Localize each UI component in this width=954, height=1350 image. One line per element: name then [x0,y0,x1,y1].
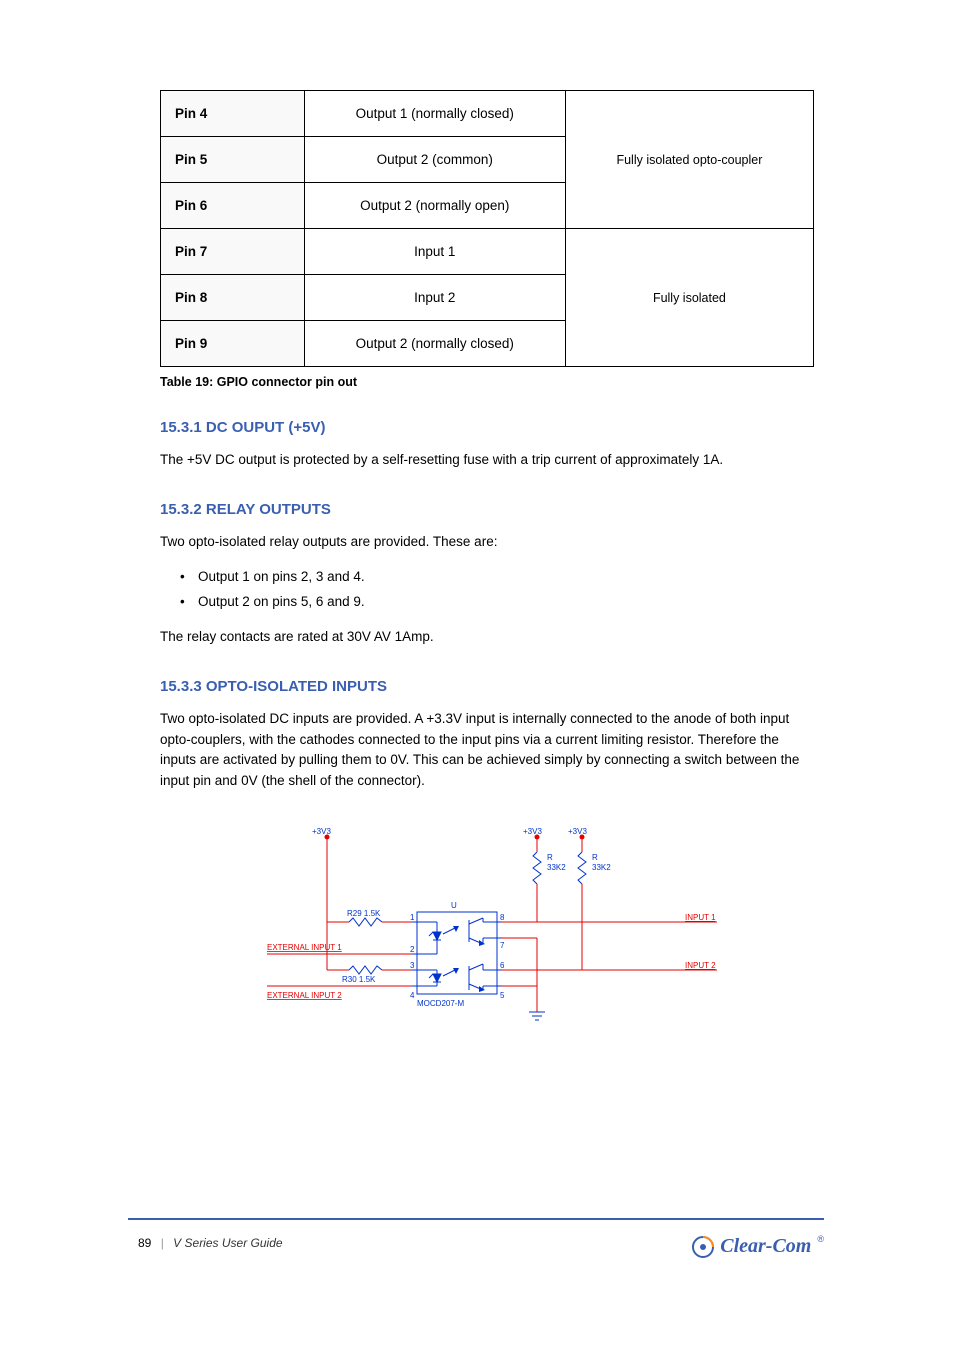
svg-text:6: 6 [500,961,505,970]
in2-label: INPUT 2 [685,961,716,970]
func-cell: Input 2 [304,275,565,321]
page-footer: 89 | V Series User Guide [138,1236,283,1250]
r-val: 33K2 [547,863,566,872]
body-text: The relay contacts are rated at 30V AV 1… [160,627,814,648]
body-text: Two opto-isolated DC inputs are provided… [160,709,814,793]
svg-text:7: 7 [500,941,505,950]
r29-label: R29 1.5K [347,909,381,918]
r-label: R [592,853,598,862]
logo-r: ® [817,1234,824,1244]
table-row: Pin 7 Input 1 Fully isolated [161,229,814,275]
ext1-label: EXTERNAL INPUT 1 [267,943,342,952]
footer-rule [128,1218,824,1220]
pinout-table: Pin 4 Output 1 (normally closed) Fully i… [160,90,814,367]
func-cell: Input 1 [304,229,565,275]
ext2-label: EXTERNAL INPUT 2 [267,991,342,1000]
desc-cell: Fully isolated opto-coupler [565,91,813,229]
pin-cell: Pin 6 [161,183,305,229]
svg-text:3: 3 [410,961,415,970]
page-number: 89 [138,1236,151,1250]
u-label: U [451,901,457,910]
table-row: Pin 4 Output 1 (normally closed) Fully i… [161,91,814,137]
desc-cell: Fully isolated [565,229,813,367]
svg-text:5: 5 [500,991,505,1000]
list-item: Output 2 on pins 5, 6 and 9. [180,592,814,613]
pin-cell: Pin 9 [161,321,305,367]
pin-cell: Pin 5 [161,137,305,183]
func-cell: Output 1 (normally closed) [304,91,565,137]
r30-label: R30 1.5K [342,975,376,984]
pin-cell: Pin 7 [161,229,305,275]
brand-logo: Clear-Com ® [692,1235,824,1258]
bullet-list: Output 1 on pins 2, 3 and 4. Output 2 on… [180,567,814,613]
svg-text:1: 1 [410,913,415,922]
pin-cell: Pin 8 [161,275,305,321]
schematic-diagram: +3V3 +3V3 +3V3 R29 1.5K R30 1.5K R 33K2 … [247,822,727,1052]
doc-name: V Series User Guide [173,1236,282,1250]
part-label: MOCD207-M [417,999,464,1008]
list-item: Output 1 on pins 2, 3 and 4. [180,567,814,588]
r-val: 33K2 [592,863,611,872]
logo-icon [692,1236,714,1258]
section-heading: 15.3.2 RELAY OUTPUTS [160,501,814,518]
table-caption: Table 19: GPIO connector pin out [160,375,814,389]
svg-text:8: 8 [500,913,505,922]
svg-text:4: 4 [410,991,415,1000]
section-heading: 15.3.1 DC OUPUT (+5V) [160,419,814,436]
func-cell: Output 2 (normally open) [304,183,565,229]
body-text: The +5V DC output is protected by a self… [160,450,814,471]
v33-label: +3V3 [312,827,331,836]
svg-text:2: 2 [410,945,415,954]
v33-label: +3V3 [523,827,542,836]
r-label: R [547,853,553,862]
section-heading: 15.3.3 OPTO-ISOLATED INPUTS [160,678,814,695]
func-cell: Output 2 (common) [304,137,565,183]
v33-label: +3V3 [568,827,587,836]
pin-cell: Pin 4 [161,91,305,137]
logo-text: Clear-Com [720,1235,811,1258]
body-text: Two opto-isolated relay outputs are prov… [160,532,814,553]
func-cell: Output 2 (normally closed) [304,321,565,367]
in1-label: INPUT 1 [685,913,716,922]
